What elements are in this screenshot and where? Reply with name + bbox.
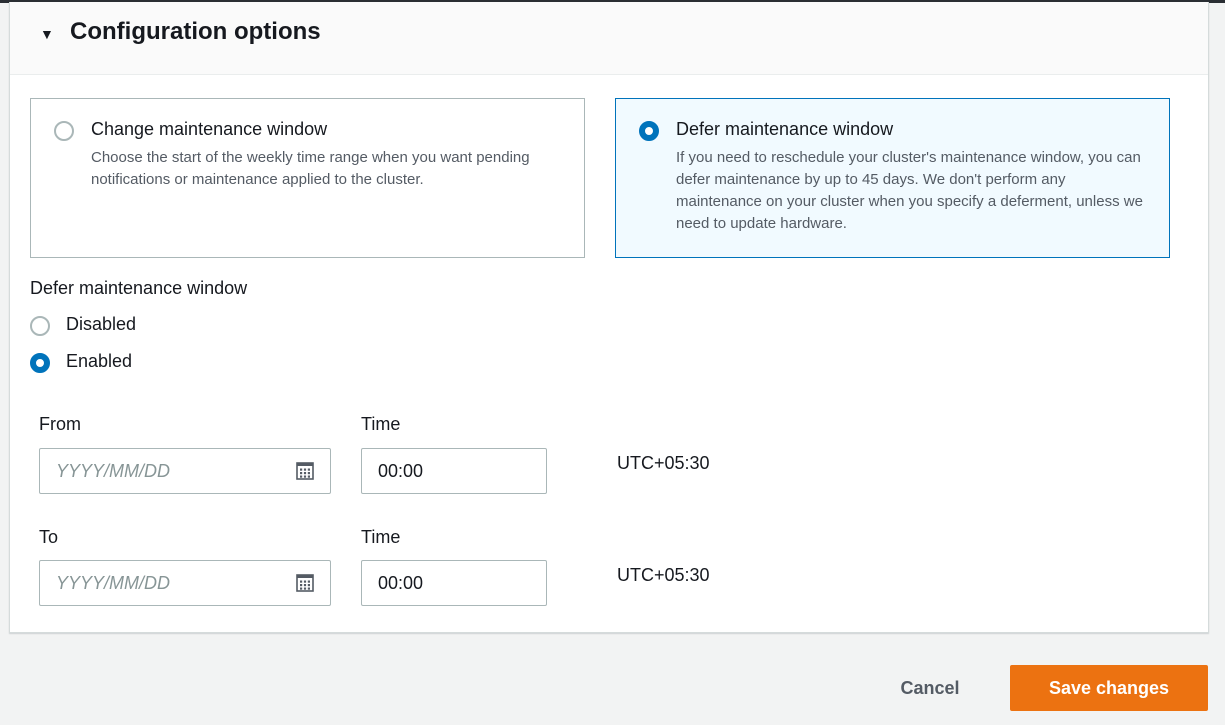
option-label: Enabled: [66, 351, 133, 371]
tile-description: Choose the start of the weekly time rang…: [91, 149, 530, 188]
to-time-field[interactable]: [361, 560, 547, 606]
configuration-panel: ▼ Configuration options: [9, 2, 1209, 633]
from-time-label: Time: [361, 414, 401, 434]
calendar-icon[interactable]: [295, 573, 315, 593]
tile-label: Change maintenance window: [91, 119, 328, 139]
from-timezone: UTC+05:30: [617, 453, 710, 473]
from-label: From: [39, 414, 81, 434]
from-time-input[interactable]: [362, 449, 546, 493]
to-date-field[interactable]: [39, 560, 331, 606]
tile-label: Defer maintenance window: [676, 119, 894, 139]
cancel-button[interactable]: Cancel: [870, 665, 990, 711]
tile-defer-maintenance-window[interactable]: Defer maintenance window If you need to …: [615, 98, 1170, 258]
from-time-field[interactable]: [361, 448, 547, 494]
panel-header[interactable]: ▼ Configuration options: [10, 2, 1208, 75]
tile-description: If you need to reschedule your cluster's…: [676, 149, 1143, 232]
panel-title: Configuration options: [70, 18, 321, 45]
radio-enabled[interactable]: [30, 353, 50, 373]
from-date-input[interactable]: [40, 449, 280, 493]
defer-window-label: Defer maintenance window: [30, 278, 248, 298]
save-changes-button[interactable]: Save changes: [1010, 665, 1208, 711]
option-disabled[interactable]: Disabled: [30, 314, 170, 338]
to-date-input[interactable]: [40, 561, 280, 605]
to-label: To: [39, 527, 59, 547]
option-enabled[interactable]: Enabled: [30, 351, 170, 375]
to-time-input[interactable]: [362, 561, 546, 605]
option-label: Disabled: [66, 314, 137, 334]
to-timezone: UTC+05:30: [617, 565, 710, 585]
caret-down-icon[interactable]: ▼: [40, 26, 54, 42]
from-date-field[interactable]: [39, 448, 331, 494]
to-time-label: Time: [361, 527, 401, 547]
radio-disabled[interactable]: [30, 316, 50, 336]
calendar-icon[interactable]: [295, 461, 315, 481]
tile-change-maintenance-window[interactable]: Change maintenance window Choose the sta…: [30, 98, 585, 258]
tile-radio-change[interactable]: [54, 121, 74, 141]
tile-radio-defer[interactable]: [639, 121, 659, 141]
